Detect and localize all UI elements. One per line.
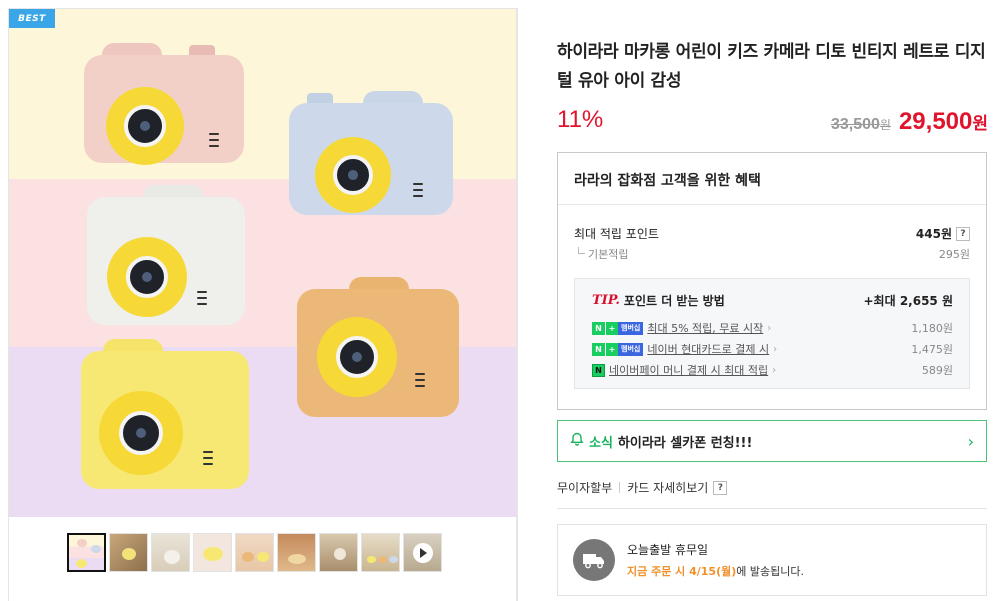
shipping-highlight: 지금 주문 시 4/15(월) bbox=[627, 565, 737, 578]
thumbnail-7[interactable] bbox=[319, 533, 358, 572]
camera-pink bbox=[84, 43, 244, 165]
thumbnail-video[interactable] bbox=[403, 533, 442, 572]
payment-links: 무이자할부 카드 자세히보기 ? bbox=[557, 479, 728, 496]
bell-icon bbox=[570, 432, 584, 450]
thumbnail-strip bbox=[67, 533, 442, 572]
panel-divider bbox=[517, 8, 518, 601]
chevron-right-icon: › bbox=[967, 431, 974, 451]
tip-row-text[interactable]: 네이버페이 머니 결제 시 최대 적립 bbox=[609, 362, 768, 378]
discount-rate: 11% bbox=[557, 106, 604, 133]
notice-tag: 소식 bbox=[589, 435, 613, 451]
tip-row-value: 1,475원 bbox=[911, 343, 953, 356]
max-point-label: 최대 적립 포인트 bbox=[574, 227, 659, 241]
thumbnail-3[interactable] bbox=[151, 533, 190, 572]
chevron-right-icon: › bbox=[767, 322, 772, 334]
tip-max-point: +최대 2,655 원 bbox=[863, 294, 954, 308]
naver-membership-badge: N + 멤버십 bbox=[592, 342, 644, 356]
original-price: 33,500원 bbox=[830, 116, 891, 133]
help-icon[interactable]: ? bbox=[713, 480, 728, 495]
tip-row-npay-money[interactable]: N 네이버페이 머니 결제 시 최대 적립 › 589원 bbox=[592, 362, 953, 378]
max-point-value: 445원 bbox=[915, 227, 952, 241]
tip-row-membership[interactable]: N + 멤버십 최대 5% 적립, 무료 시작 › 1,180원 bbox=[592, 320, 953, 336]
store-notice-banner[interactable]: 소식 하이라라 셀카폰 런칭!!! › bbox=[557, 420, 987, 462]
link-separator bbox=[619, 482, 621, 493]
product-main-image[interactable]: BEST bbox=[9, 9, 516, 517]
best-badge: BEST bbox=[9, 9, 55, 28]
tip-header: TIP. 포인트 더 받는 방법 bbox=[592, 292, 725, 309]
sale-price: 29,500원 bbox=[898, 108, 988, 135]
thumbnail-6[interactable] bbox=[277, 533, 316, 572]
benefit-box: 라라의 잡화점 고객을 위한 혜택 최대 적립 포인트 445원 ? 기본적립 … bbox=[557, 152, 987, 410]
camera-white bbox=[87, 185, 245, 325]
max-point-row: 최대 적립 포인트 445원 ? bbox=[574, 225, 970, 242]
shipping-detail: 지금 주문 시 4/15(월)에 발송됩니다. bbox=[627, 563, 804, 579]
thumbnail-8[interactable] bbox=[361, 533, 400, 572]
play-icon bbox=[412, 542, 433, 563]
tip-row-value: 1,180원 bbox=[911, 322, 953, 335]
chevron-right-icon: › bbox=[773, 343, 778, 355]
naver-pay-icon: N bbox=[592, 363, 605, 377]
card-detail-link[interactable]: 카드 자세히보기 bbox=[627, 479, 708, 496]
shipping-title: 오늘출발 휴무일 bbox=[627, 543, 709, 557]
tip-row-value: 589원 bbox=[921, 364, 953, 377]
shipping-info: 오늘출발 휴무일 지금 주문 시 4/15(월)에 발송됩니다. bbox=[557, 524, 987, 596]
price-group: 33,500원 29,500원 bbox=[831, 108, 988, 136]
product-title: 하이라라 마카롱 어린이 키즈 카메라 디토 빈티지 레트로 디지털 유아 아이… bbox=[557, 42, 986, 91]
tip-title: 포인트 더 받는 방법 bbox=[623, 294, 725, 308]
tip-row-text[interactable]: 최대 5% 적립, 무료 시작 bbox=[647, 320, 763, 336]
thumbnail-1[interactable] bbox=[67, 533, 106, 572]
notice-message: 하이라라 셀카폰 런칭!!! bbox=[617, 435, 753, 451]
chevron-right-icon: › bbox=[772, 364, 777, 376]
naver-membership-badge: N + 멤버십 bbox=[592, 321, 644, 335]
tip-label: TIP. bbox=[592, 293, 620, 308]
camera-tan bbox=[297, 277, 459, 417]
thumbnail-4[interactable] bbox=[193, 533, 232, 572]
help-icon[interactable]: ? bbox=[956, 226, 970, 241]
tip-row-hyundai-card[interactable]: N + 멤버십 네이버 현대카드로 결제 시 › 1,475원 bbox=[592, 341, 953, 357]
truck-icon bbox=[573, 539, 615, 581]
camera-yellow bbox=[81, 339, 249, 489]
section-divider bbox=[557, 508, 987, 509]
tip-row-text[interactable]: 네이버 현대카드로 결제 시 bbox=[647, 341, 769, 357]
shipping-suffix: 에 발송됩니다. bbox=[736, 565, 804, 578]
base-point-label: 기본적립 bbox=[574, 246, 628, 262]
thumbnail-2[interactable] bbox=[109, 533, 148, 572]
thumbnail-5[interactable] bbox=[235, 533, 274, 572]
installment-link[interactable]: 무이자할부 bbox=[557, 479, 612, 496]
benefit-header: 라라의 잡화점 고객을 위한 혜택 bbox=[558, 153, 986, 205]
product-media: BEST bbox=[8, 8, 517, 601]
camera-blue bbox=[289, 91, 453, 215]
base-point-row: 기본적립 295원 bbox=[574, 246, 970, 262]
tip-box: TIP. 포인트 더 받는 방법 +최대 2,655 원 N + 멤버십 최대 5%… bbox=[574, 278, 970, 389]
base-point-value: 295원 bbox=[938, 248, 970, 261]
